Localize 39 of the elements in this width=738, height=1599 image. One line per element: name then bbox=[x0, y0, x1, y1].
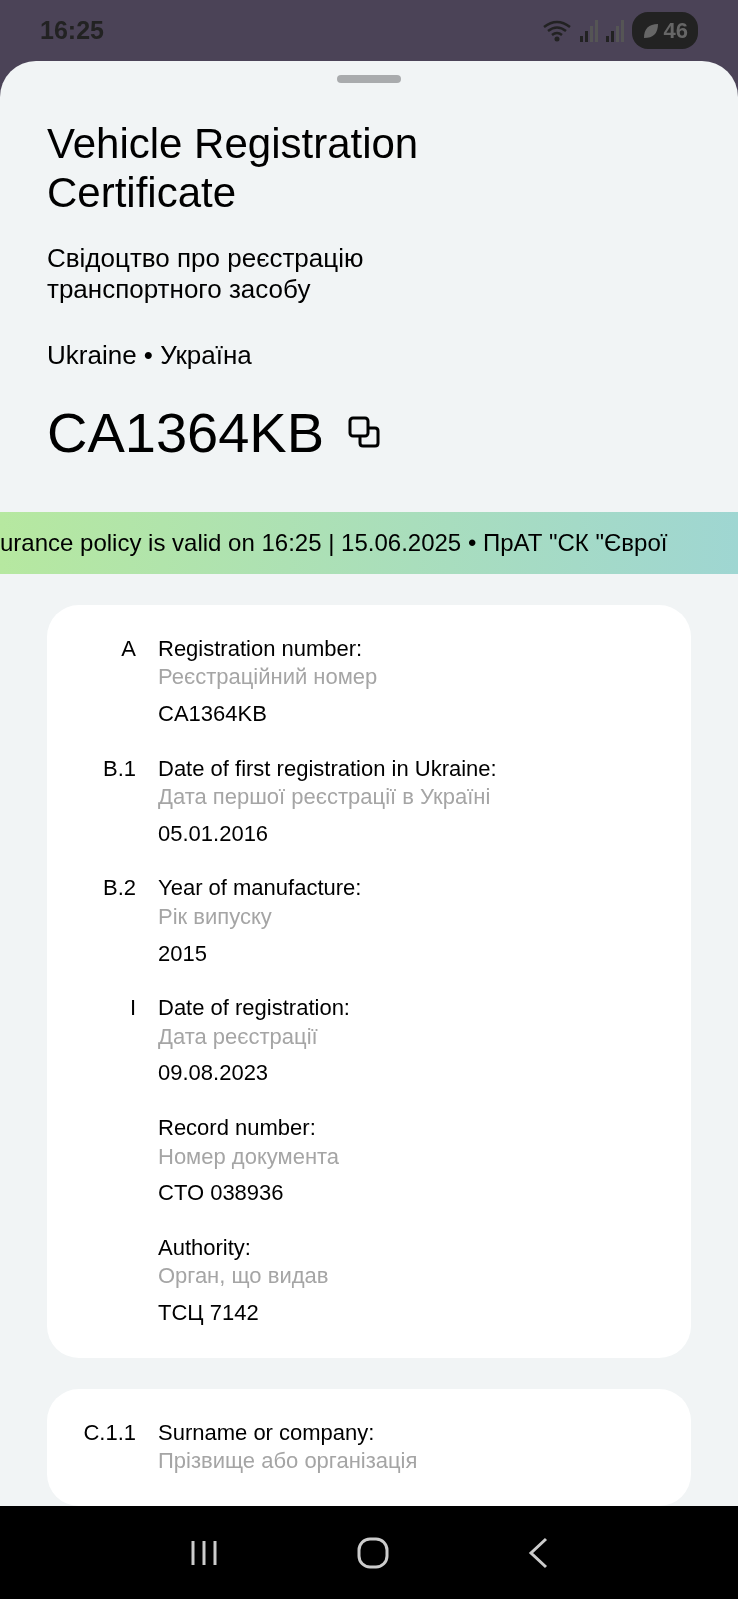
field-value: ТСЦ 7142 bbox=[158, 1298, 260, 1327]
field-translation: Орган, що видав bbox=[158, 1262, 329, 1291]
leaf-icon bbox=[641, 21, 660, 40]
drag-handle[interactable] bbox=[337, 75, 401, 83]
field-label: Surname or company: bbox=[158, 1418, 376, 1447]
home-icon[interactable] bbox=[357, 1536, 389, 1569]
field-translation: Дата реєстрації bbox=[158, 1022, 319, 1051]
sheet-title: Vehicle Registration Certificate bbox=[47, 119, 420, 218]
field-code: C.1.1 bbox=[83, 1419, 136, 1445]
field-translation: Прізвище або організація bbox=[158, 1447, 418, 1476]
field-label: Authority: bbox=[158, 1233, 252, 1262]
field-translation: Номер документа bbox=[158, 1142, 340, 1171]
country-label: Ukraine • Україна bbox=[47, 338, 253, 372]
field-label: Date of first registration in Ukraine: bbox=[158, 754, 497, 783]
field-label: Date of registration: bbox=[158, 994, 350, 1023]
field-code: I bbox=[129, 995, 136, 1021]
field-code: B.1 bbox=[102, 755, 136, 781]
field-value: CA1364KB bbox=[158, 700, 268, 728]
sheet-subtitle: Свідоцтво про реєстрацію транспортного засобу bbox=[47, 243, 365, 306]
field-label: Record number: bbox=[158, 1113, 317, 1142]
field-translation: Рік випуску bbox=[158, 902, 273, 931]
field-value: 05.01.2016 bbox=[158, 819, 270, 848]
plate-number: CA1364KB bbox=[47, 399, 325, 466]
field-value: 2015 bbox=[158, 939, 208, 968]
back-icon[interactable] bbox=[527, 1536, 549, 1569]
field-value: 09.08.2023 bbox=[158, 1059, 270, 1088]
signal-icon bbox=[605, 19, 624, 42]
field-code: A bbox=[121, 635, 136, 661]
field-translation: Дата першої реєстрації в Україні bbox=[158, 783, 492, 812]
battery-level: 46 bbox=[663, 17, 688, 45]
field-translation: Реєстраційний номер bbox=[158, 663, 378, 692]
copy-icon[interactable] bbox=[348, 416, 381, 449]
wifi-icon bbox=[541, 18, 572, 43]
field-label: Year of manufacture: bbox=[158, 874, 362, 903]
field-value: CTO 038936 bbox=[158, 1179, 285, 1208]
field-code: B.2 bbox=[102, 875, 136, 901]
field-label: Registration number: bbox=[158, 634, 364, 663]
signal-icon bbox=[579, 19, 598, 42]
banner-text: urance policy is valid on 16:25 | 15.06.2025 • ПрАТ "СК "Єврої bbox=[0, 527, 668, 558]
